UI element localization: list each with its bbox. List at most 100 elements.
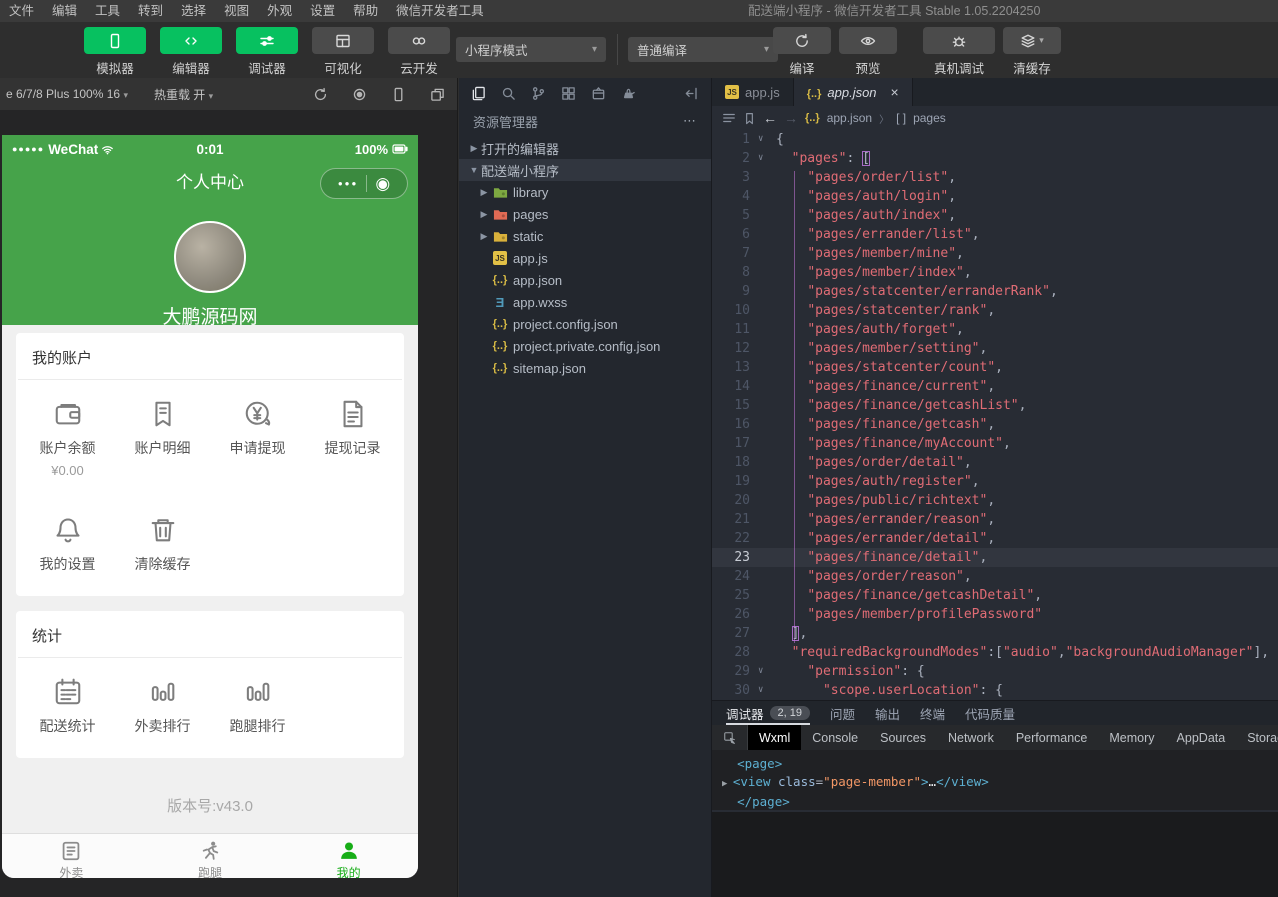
tree-arrow-icon[interactable]: ▶ [467,143,481,154]
close-icon[interactable]: × [891,84,899,100]
inspect-element-icon[interactable] [712,725,748,750]
code-editor[interactable]: 1∨{2∨ "pages": [3 "pages/order/list",4 "… [712,130,1278,700]
sim-refresh-icon[interactable] [313,87,328,102]
mode-button-可视化[interactable]: 可视化 [312,27,374,77]
sim-phone-icon[interactable] [391,87,406,102]
devtools-tab-Network[interactable]: Network [937,725,1005,750]
grid-icon[interactable] [561,86,576,101]
compile-select[interactable]: 普通编译 ▾ [628,37,778,62]
tree-item-app.wxss[interactable]: Ǝapp.wxss [459,291,711,313]
devtools-tab-Sources[interactable]: Sources [869,725,937,750]
mode-button-云开发[interactable]: 云开发 [388,27,450,77]
outline-icon[interactable] [722,111,736,125]
tree-item-project.private.config.json[interactable]: {..}project.private.config.json [459,335,711,357]
devtools-tab-AppData[interactable]: AppData [1166,725,1237,750]
devtools-tab-Memory[interactable]: Memory [1098,725,1165,750]
menu-item-微信开发者工具[interactable]: 微信开发者工具 [387,0,493,22]
mode-select[interactable]: 小程序模式 ▾ [456,37,606,62]
tree-item-app.js[interactable]: JSapp.js [459,247,711,269]
grid-item-配送统计[interactable]: 配送统计 [20,675,115,752]
tree-item-打开的编辑器[interactable]: ▶打开的编辑器 [459,137,711,159]
debugger-tab-输出[interactable]: 输出 [875,701,900,725]
exit-target-icon[interactable]: ◉ [375,175,390,192]
menu-item-帮助[interactable]: 帮助 [344,0,387,22]
wxml-node-0[interactable]: <page> [722,755,1278,773]
search-icon[interactable] [501,86,516,101]
grid-item-提现记录[interactable]: 提现记录 [305,397,400,494]
menu-item-外观[interactable]: 外观 [258,0,301,22]
menu-item-视图[interactable]: 视图 [215,0,258,22]
expand-arrow-icon[interactable]: ▶ [722,779,733,789]
wxml-node-2[interactable]: </page> [722,793,1278,811]
git-icon[interactable] [531,86,546,101]
fold-arrow-icon[interactable]: ∨ [758,681,776,700]
tree-item-app.json[interactable]: {..}app.json [459,269,711,291]
more-dots-icon[interactable]: ●●● [338,179,359,188]
tree-item-pages[interactable]: ▶pages [459,203,711,225]
grid-item-申请提现[interactable]: 申请提现 [210,397,305,494]
device-select[interactable]: e 6/7/8 Plus 100% 16 ▾ [6,87,128,101]
breadcrumb-file[interactable]: app.json [827,111,872,125]
menu-capsule[interactable]: ●●● ◉ [320,168,408,199]
editor-tab-app.json[interactable]: {..}app.json× [794,78,913,106]
devtools-tab-Console[interactable]: Console [801,725,869,750]
teapot-icon[interactable] [621,86,636,101]
debugger-tab-调试器[interactable]: 调试器2, 19 [726,701,810,725]
tree-arrow-icon[interactable]: ▼ [467,165,481,175]
mode-button-调试器[interactable]: 调试器 [236,27,298,77]
menu-item-编辑[interactable]: 编辑 [43,0,86,22]
devtools-tab-Wxml[interactable]: Wxml [748,725,801,750]
action-button-真机调试[interactable]: 真机调试 [923,27,995,77]
wxml-node-1[interactable]: ▶ <view class="page-member">…</view> [722,773,1278,793]
avatar[interactable] [174,221,246,293]
grid-item-我的设置[interactable]: 我的设置 [20,513,115,590]
breadcrumb-node[interactable]: pages [913,111,946,125]
hot-reload-toggle[interactable]: 热重载 开 ▾ [154,86,213,103]
tree-arrow-icon[interactable]: ▶ [477,231,491,242]
mode-button-模拟器[interactable]: 模拟器 [84,27,146,77]
sim-record-icon[interactable] [352,87,367,102]
grid-item-外卖排行[interactable]: 外卖排行 [115,675,210,752]
fold-arrow-icon[interactable]: ∨ [758,130,776,149]
menu-item-选择[interactable]: 选择 [172,0,215,22]
grid-item-账户明细[interactable]: 账户明细 [115,397,210,494]
menu-item-转到[interactable]: 转到 [129,0,172,22]
debugger-tab-代码质量[interactable]: 代码质量 [965,701,1015,725]
grid-item-账户余额[interactable]: 账户余额¥0.00 [20,397,115,494]
action-button-编译[interactable]: 编译 [773,27,831,77]
tree-item-static[interactable]: ▶static [459,225,711,247]
debugger-tab-终端[interactable]: 终端 [920,701,945,725]
tabbar-item-我的[interactable]: 我的 [279,834,418,878]
package-icon[interactable] [591,86,606,101]
menu-item-工具[interactable]: 工具 [86,0,129,22]
tree-item-library[interactable]: ▶library [459,181,711,203]
more-actions-icon[interactable]: ⋯ [683,113,697,129]
editor-tab-app.js[interactable]: JSapp.js [712,78,794,106]
grid-item-跑腿排行[interactable]: 跑腿排行 [210,675,305,752]
tabbar-item-跑腿[interactable]: 跑腿 [141,834,280,878]
action-button-清缓存[interactable]: ▾清缓存 [1003,27,1061,77]
menu-item-文件[interactable]: 文件 [0,0,43,22]
bookmark-icon[interactable] [743,112,756,125]
tabbar-item-外卖[interactable]: 外卖 [2,834,141,878]
forward-arrow[interactable]: → [784,110,798,126]
files-icon[interactable] [471,86,486,101]
menu-item-设置[interactable]: 设置 [301,0,344,22]
fold-arrow-icon[interactable]: ∨ [758,149,776,168]
tree-arrow-icon[interactable]: ▶ [477,187,491,198]
tree-item-配送端小程序[interactable]: ▼配送端小程序 [459,159,711,181]
tree-item-sitemap.json[interactable]: {..}sitemap.json [459,357,711,379]
fold-arrow-icon[interactable]: ∨ [758,662,776,681]
devtools-tab-Storage[interactable]: Storage [1236,725,1278,750]
tree-item-project.config.json[interactable]: {..}project.config.json [459,313,711,335]
action-button-预览[interactable]: 预览 [839,27,897,77]
tree-arrow-icon[interactable]: ▶ [477,209,491,220]
mode-button-label: 模拟器 [84,58,146,77]
sim-winstack-icon[interactable] [430,87,445,102]
devtools-tab-Performance[interactable]: Performance [1005,725,1099,750]
back-arrow[interactable]: ← [763,110,777,126]
debugger-tab-问题[interactable]: 问题 [830,701,855,725]
grid-item-清除缓存[interactable]: 清除缓存 [115,513,210,590]
mode-button-编辑器[interactable]: 编辑器 [160,27,222,77]
collapse-icon[interactable] [684,86,699,101]
